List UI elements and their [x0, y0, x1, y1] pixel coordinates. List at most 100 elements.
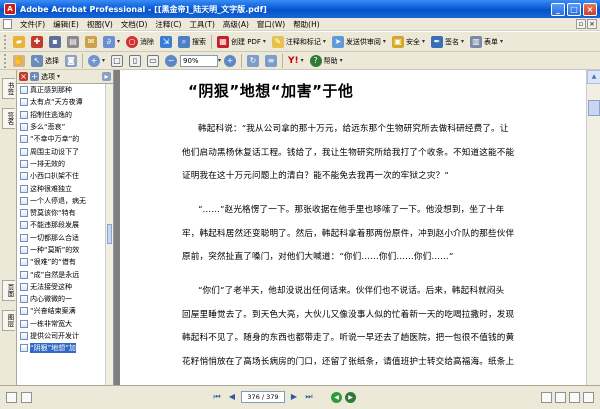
tab-pages[interactable]: 页面: [2, 280, 15, 301]
scroll-icon: ≡: [265, 54, 278, 67]
bookmark-item[interactable]: 一个人停退，病无: [17, 195, 106, 207]
create-pdf-button[interactable]: ▦ 创建 PDF ▾: [214, 34, 269, 50]
layout-continuous-icon[interactable]: [21, 392, 32, 403]
create-button[interactable]: ✚: [28, 34, 46, 50]
options-menu[interactable]: 选项: [41, 72, 55, 82]
menu-document[interactable]: 文档(D): [117, 19, 152, 30]
bookmark-item[interactable]: 这种很难独立: [17, 182, 106, 194]
bookmark-item[interactable]: “兴奋结束案满: [17, 305, 106, 317]
zoom-out-button[interactable]: −: [162, 53, 180, 69]
last-page-button[interactable]: ⏭: [303, 391, 315, 403]
toolbar-grip[interactable]: [4, 34, 7, 49]
document-viewport[interactable]: “阴狠”地想“加害”于他 韩起科说：“我从公司拿的那十万元，给远东那个生物研究所…: [114, 70, 600, 385]
menu-window[interactable]: 窗口(W): [253, 19, 289, 30]
next-page-button[interactable]: ▶: [288, 391, 300, 403]
print-button[interactable]: ▤: [64, 34, 82, 50]
maximize-button[interactable]: □: [567, 2, 581, 16]
delete-bookmark-icon[interactable]: ×: [19, 72, 28, 81]
menu-help[interactable]: 帮助(H): [289, 19, 324, 30]
bookmark-label: 这种很难独立: [30, 184, 72, 193]
attach-button[interactable]: ∂ ▾: [100, 34, 123, 50]
facing-page-icon[interactable]: [569, 392, 580, 403]
comment-markup-button[interactable]: ✎ 注释和标记 ▾: [269, 34, 329, 50]
bookmark-item[interactable]: 一栋非常宽大: [17, 318, 106, 330]
hand-tool-button[interactable]: ✋: [10, 53, 28, 69]
expand-icon[interactable]: ▸: [102, 72, 111, 81]
bookmark-item[interactable]: 赞莫该你“特有: [17, 207, 106, 219]
close-button[interactable]: ×: [583, 2, 597, 16]
rotate-button[interactable]: ↻: [244, 53, 262, 69]
email-button[interactable]: ✉: [82, 34, 100, 50]
erase-button[interactable]: ○ 消除: [123, 34, 157, 50]
page-icon: □: [111, 54, 124, 67]
bookmark-item[interactable]: “阴狠”地想“加: [17, 342, 106, 354]
open-button[interactable]: ▰: [10, 34, 28, 50]
sign-button[interactable]: ✒ 签名 ▾: [428, 34, 467, 50]
bookmark-item[interactable]: 太有点“天方夜谭: [17, 96, 106, 108]
help-button[interactable]: ? 帮助 ▾: [307, 53, 346, 69]
new-bookmark-icon[interactable]: +: [30, 72, 39, 81]
zoom-in-button[interactable]: +: [221, 53, 239, 69]
single-page-icon[interactable]: [541, 392, 552, 403]
continuous-facing-icon[interactable]: [583, 392, 594, 403]
bookmark-item[interactable]: 无法接受这种: [17, 281, 106, 293]
doc-close-button[interactable]: ×: [587, 19, 597, 29]
menu-comments[interactable]: 注释(C): [151, 19, 185, 30]
document-icon[interactable]: [3, 19, 12, 29]
bookmark-label: “成”自然是永远: [30, 270, 80, 279]
actual-size-button[interactable]: □: [108, 53, 126, 69]
bookmark-item[interactable]: 小西口扒架不住: [17, 170, 106, 182]
zoom-field[interactable]: 90%: [180, 54, 219, 67]
snapshot-button[interactable]: ◙: [62, 53, 80, 69]
bookmark-item[interactable]: 招制住逃逸的: [17, 109, 106, 121]
page-number-field[interactable]: 376 / 379: [241, 391, 285, 403]
previous-page-button[interactable]: ◀: [226, 391, 238, 403]
secure-button[interactable]: ▣ 安全 ▾: [389, 34, 428, 50]
yahoo-button[interactable]: Y! ▾: [285, 53, 307, 69]
bookmark-item[interactable]: 一排无效的: [17, 158, 106, 170]
bookmark-item[interactable]: 真正感到那种: [17, 84, 106, 96]
paragraph-2: “……”赵光格愣了一下。那张收据在他手里也哆嗦了一下。他没想到，坐了十年 牢，韩…: [182, 205, 515, 262]
tab-bookmarks[interactable]: 书签: [2, 78, 15, 99]
continuous-page-icon[interactable]: [555, 392, 566, 403]
bookmarks-scrollbar[interactable]: [105, 84, 113, 385]
save-button[interactable]: ▪: [46, 34, 64, 50]
bookmark-item[interactable]: 多么“悲哀”: [17, 121, 106, 133]
select-tool-button[interactable]: ↖ 选择: [28, 53, 62, 69]
tab-signatures[interactable]: 签名: [2, 108, 15, 129]
export-button[interactable]: ⇲: [157, 34, 175, 50]
bookmark-item[interactable]: 不能违那段发展: [17, 219, 106, 231]
search-button[interactable]: ⌕ 搜索: [175, 34, 209, 50]
zoom-tool-button[interactable]: + ▾: [85, 53, 108, 69]
bookmark-item[interactable]: “不幸中万幸”的: [17, 133, 106, 145]
go-back-button[interactable]: ◀: [331, 391, 342, 403]
forms-button[interactable]: ▥ 表单 ▾: [467, 34, 506, 50]
menu-file[interactable]: 文件(F): [16, 19, 49, 30]
toolbar-grip[interactable]: [4, 53, 7, 68]
scroll-thumb[interactable]: [107, 224, 112, 244]
bookmark-item[interactable]: “很难”的“借有: [17, 256, 106, 268]
menu-edit[interactable]: 编辑(E): [49, 19, 83, 30]
document-scroll-thumb[interactable]: [588, 100, 600, 116]
first-page-button[interactable]: ⏮: [211, 391, 223, 403]
bookmark-item[interactable]: 周围主动设下了: [17, 145, 106, 157]
send-review-button[interactable]: ➤ 发送供审阅 ▾: [329, 34, 389, 50]
menu-advanced[interactable]: 高级(A): [219, 19, 253, 30]
scroll-up-arrow[interactable]: ▲: [587, 70, 600, 84]
minimize-button[interactable]: _: [551, 2, 565, 16]
fit-width-button[interactable]: ▭: [144, 53, 162, 69]
continuous-button[interactable]: ≡: [262, 53, 280, 69]
document-scrollbar[interactable]: ▲: [586, 70, 600, 385]
layout-single-icon[interactable]: [6, 392, 17, 403]
doc-restore-button[interactable]: ▫: [576, 19, 586, 29]
bookmark-item[interactable]: 提供公司开发计: [17, 330, 106, 342]
go-forward-button[interactable]: ▶: [345, 391, 356, 403]
fit-page-button[interactable]: ▯: [126, 53, 144, 69]
menu-tools[interactable]: 工具(T): [185, 19, 218, 30]
tab-layers[interactable]: 图层: [2, 310, 15, 331]
bookmark-item[interactable]: 一种“莫斯”的效: [17, 244, 106, 256]
bookmark-item[interactable]: 内心微微的一: [17, 293, 106, 305]
bookmark-item[interactable]: 一切都那么合适: [17, 232, 106, 244]
bookmark-item[interactable]: “成”自然是永远: [17, 268, 106, 280]
menu-view[interactable]: 视图(V): [83, 19, 117, 30]
